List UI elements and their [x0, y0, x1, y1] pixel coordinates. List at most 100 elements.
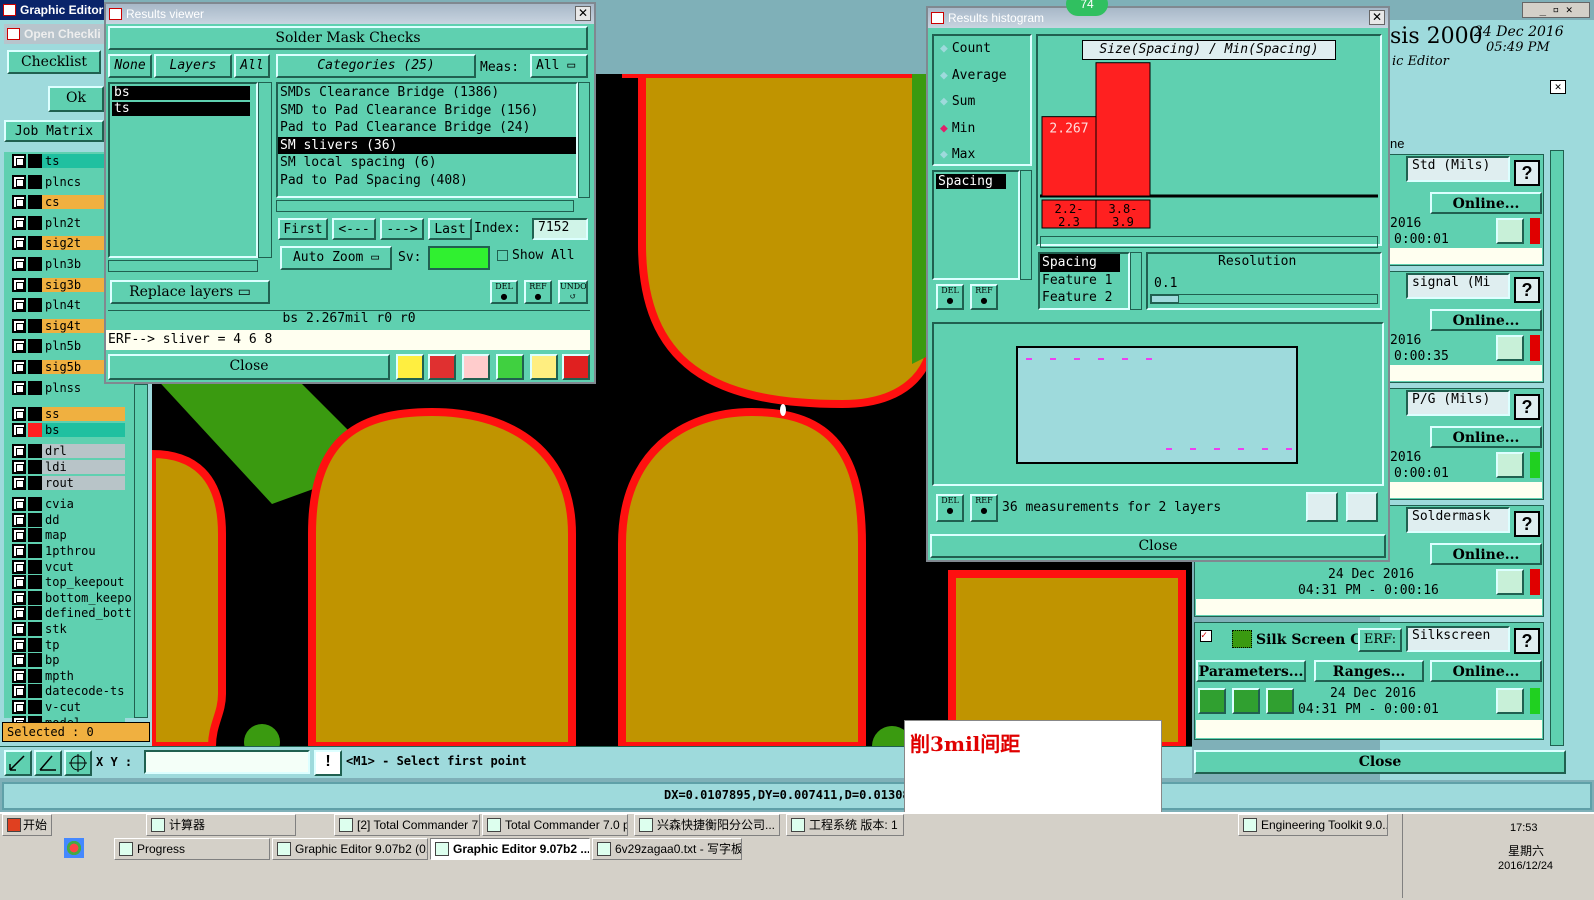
- row-help-icon[interactable]: ?: [1514, 394, 1540, 420]
- layer-item[interactable]: top_keepout: [12, 575, 125, 590]
- category-list[interactable]: SMDs Clearance Bridge (1386) SMD to Pad C…: [276, 82, 578, 198]
- layer-checkbox[interactable]: [12, 257, 26, 271]
- taskbar-item[interactable]: 6v29zagaa0.txt - 写字板: [592, 838, 742, 860]
- stat-option[interactable]: ◆ Min: [934, 116, 1030, 143]
- hist-del-button[interactable]: DEL ●: [936, 284, 964, 310]
- silk-parameters-button[interactable]: Parameters...: [1196, 660, 1306, 682]
- export-icon[interactable]: [1306, 492, 1338, 522]
- chart-hscroll[interactable]: [1040, 236, 1378, 248]
- row-online-button[interactable]: Online...: [1430, 426, 1542, 448]
- row-online-button[interactable]: Online...: [1430, 309, 1542, 331]
- first-button[interactable]: First: [278, 218, 328, 240]
- inner-close-icon[interactable]: ✕: [1550, 80, 1566, 94]
- layer-item[interactable]: cvia: [12, 497, 125, 512]
- grid-tool-icon[interactable]: [64, 750, 92, 776]
- layer-item[interactable]: stk: [12, 622, 125, 636]
- radio-icon[interactable]: ◆: [940, 121, 948, 136]
- meas-dropdown[interactable]: All ▭: [530, 54, 588, 78]
- features-scroll[interactable]: [1130, 252, 1142, 310]
- histogram-close-button[interactable]: Close: [930, 534, 1386, 558]
- row-field[interactable]: Std (Mils): [1406, 156, 1510, 182]
- layer-item[interactable]: vcut: [12, 559, 125, 574]
- job-matrix-button[interactable]: Job Matrix: [4, 120, 104, 142]
- layer-checkbox[interactable]: [12, 277, 26, 292]
- layer-checkbox[interactable]: [12, 360, 26, 374]
- layer-checkbox[interactable]: [12, 497, 26, 512]
- layer-checkbox[interactable]: [12, 422, 26, 437]
- preview-ref-button[interactable]: REF ●: [970, 494, 998, 522]
- radio-icon[interactable]: ◆: [940, 41, 948, 56]
- feature-item[interactable]: Spacing: [1040, 254, 1120, 272]
- layer-checkbox[interactable]: [12, 215, 26, 230]
- layer-item[interactable]: 1pthrou: [12, 544, 125, 558]
- report-tool-icon[interactable]: [530, 354, 558, 380]
- silk-help-icon[interactable]: ?: [1514, 628, 1540, 654]
- next-button[interactable]: --->: [380, 218, 424, 240]
- layer-item[interactable]: datecode-ts: [12, 684, 125, 699]
- checklist-button[interactable]: Checklist: [7, 50, 101, 74]
- print-icon[interactable]: [1346, 492, 1378, 522]
- histogram-bar[interactable]: [1095, 62, 1151, 197]
- layer-checkbox[interactable]: [12, 236, 26, 251]
- row-help-icon[interactable]: ?: [1514, 511, 1540, 537]
- spacing-list[interactable]: Spacing: [932, 170, 1020, 280]
- index-input[interactable]: 7152: [532, 218, 588, 240]
- stat-option[interactable]: ◆ Max: [934, 142, 1030, 169]
- layer-checkbox[interactable]: [12, 528, 26, 543]
- taskbar-item[interactable]: 计算器: [146, 814, 296, 836]
- del-button[interactable]: DEL ●: [490, 280, 518, 304]
- taskbar-item[interactable]: Progress: [114, 838, 270, 860]
- replace-layers-dropdown[interactable]: Replace layers ▭: [110, 280, 270, 304]
- row-help-icon[interactable]: ?: [1514, 277, 1540, 303]
- layer-checkbox[interactable]: [12, 637, 26, 652]
- ref-tool-icon[interactable]: [462, 354, 490, 380]
- stat-option[interactable]: ◆ Sum: [934, 89, 1030, 116]
- ok-button[interactable]: Ok: [48, 86, 104, 112]
- taskbar-item[interactable]: Total Commander 7.0 p...: [482, 814, 628, 836]
- taskbar-item[interactable]: Graphic Editor 9.07b2 (0...: [272, 838, 428, 860]
- layer-checkbox[interactable]: [12, 318, 26, 333]
- category-scroll[interactable]: [578, 82, 590, 198]
- taskbar-item[interactable]: Engineering Toolkit 9.0...: [1238, 814, 1388, 836]
- alert-icon[interactable]: !: [314, 750, 342, 776]
- silk-zoom-icon[interactable]: [1496, 688, 1524, 714]
- silk-checkbox[interactable]: ✓: [1200, 630, 1212, 642]
- prev-button[interactable]: <---: [332, 218, 376, 240]
- layer-checkbox[interactable]: [12, 380, 26, 395]
- layer-checkbox[interactable]: [12, 684, 26, 699]
- layer-checkbox[interactable]: [12, 606, 26, 621]
- row-field[interactable]: P/G (Mils): [1406, 390, 1510, 416]
- layer-checkbox[interactable]: [12, 444, 26, 459]
- layer-item[interactable]: dd: [12, 512, 125, 527]
- resolution-slider-thumb[interactable]: [1151, 295, 1179, 303]
- row-online-button[interactable]: Online...: [1430, 192, 1542, 214]
- layer-item[interactable]: mpth: [12, 668, 125, 683]
- undo-button[interactable]: UNDO ↺: [558, 280, 588, 304]
- layers-button[interactable]: Layers: [154, 54, 232, 78]
- radio-icon[interactable]: ◆: [940, 94, 948, 109]
- layer-item[interactable]: drl: [12, 444, 125, 459]
- layer-checkbox[interactable]: [12, 154, 26, 168]
- auto-zoom-dropdown[interactable]: Auto Zoom ▭: [280, 246, 392, 270]
- hist-ref-button[interactable]: REF ●: [970, 284, 998, 310]
- layer-checkbox[interactable]: [12, 544, 26, 558]
- silk-erf-button[interactable]: ERF:: [1358, 628, 1402, 652]
- radio-icon[interactable]: ◆: [940, 68, 948, 83]
- categories-button[interactable]: Categories (25): [276, 54, 476, 78]
- category-item[interactable]: SM local spacing (6): [278, 154, 576, 172]
- layer-checkbox[interactable]: [12, 195, 26, 210]
- layer-list-scroll[interactable]: [258, 82, 272, 258]
- rv-layer-item[interactable]: bs: [112, 86, 250, 100]
- row-field[interactable]: signal (Mi: [1406, 273, 1510, 299]
- none-button[interactable]: None: [108, 54, 152, 78]
- layer-checkbox[interactable]: [12, 339, 26, 354]
- layer-checkbox[interactable]: [12, 475, 26, 490]
- layer-list-hscroll[interactable]: [108, 260, 258, 272]
- layer-item[interactable]: tp: [12, 637, 125, 652]
- silk-field[interactable]: Silkscreen: [1406, 626, 1510, 652]
- spacing-list-item[interactable]: Spacing: [936, 174, 1006, 189]
- sv-color-dropdown[interactable]: [428, 246, 490, 270]
- taskbar-item[interactable]: Graphic Editor 9.07b2 ...: [430, 838, 590, 860]
- silk-run-icon[interactable]: [1198, 688, 1226, 714]
- layer-item[interactable]: map: [12, 528, 125, 543]
